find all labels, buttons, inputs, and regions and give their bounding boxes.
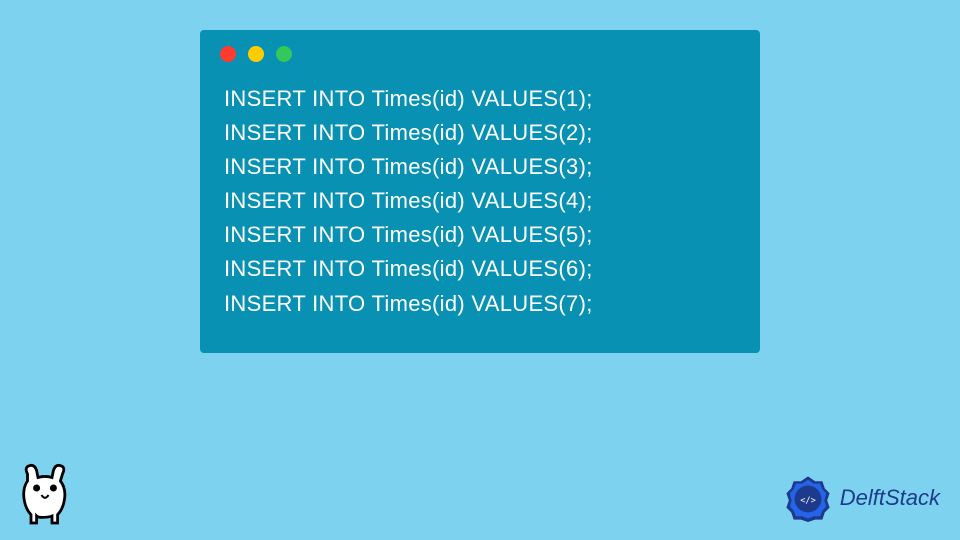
- window-titlebar: [200, 30, 760, 74]
- minimize-dot-icon: [248, 46, 264, 62]
- delftstack-badge-icon: </>: [784, 474, 832, 522]
- code-window: INSERT INTO Times(id) VALUES(1); INSERT …: [200, 30, 760, 353]
- code-line: INSERT INTO Times(id) VALUES(5);: [224, 218, 736, 252]
- code-content: INSERT INTO Times(id) VALUES(1); INSERT …: [200, 74, 760, 333]
- code-line: INSERT INTO Times(id) VALUES(2);: [224, 116, 736, 150]
- code-line: INSERT INTO Times(id) VALUES(7);: [224, 287, 736, 321]
- delftstack-logo: </> DelftStack: [784, 474, 940, 522]
- code-line: INSERT INTO Times(id) VALUES(4);: [224, 184, 736, 218]
- brand-name: DelftStack: [840, 485, 940, 511]
- maximize-dot-icon: [276, 46, 292, 62]
- code-line: INSERT INTO Times(id) VALUES(1);: [224, 82, 736, 116]
- code-line: INSERT INTO Times(id) VALUES(3);: [224, 150, 736, 184]
- code-line: INSERT INTO Times(id) VALUES(6);: [224, 252, 736, 286]
- svg-text:</>: </>: [800, 496, 816, 506]
- close-dot-icon: [220, 46, 236, 62]
- postgresql-elephant-icon: [10, 460, 80, 530]
